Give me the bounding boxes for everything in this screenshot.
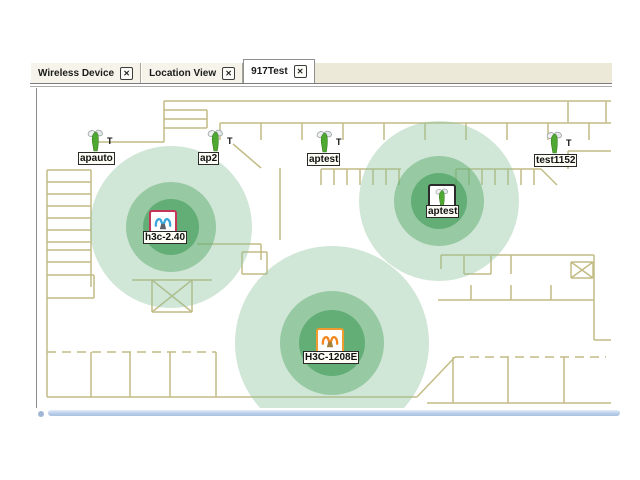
- tab-bar: Wireless Device ✕ Location View ✕ 917Tes…: [30, 60, 612, 83]
- device-label: ap2: [198, 152, 219, 165]
- ap-test1152[interactable]: T test1152: [534, 131, 590, 169]
- tab-wireless-device[interactable]: Wireless Device ✕: [30, 63, 141, 83]
- horizontal-scrollbar[interactable]: [48, 410, 620, 416]
- close-icon[interactable]: ✕: [120, 67, 133, 80]
- antenna-glyph-icon: [153, 214, 173, 232]
- t-marker: T: [336, 137, 342, 147]
- close-icon[interactable]: ✕: [294, 65, 307, 78]
- t-marker: T: [107, 136, 113, 146]
- ap-ap2[interactable]: T ap2: [198, 129, 248, 167]
- antenna-icon: [207, 129, 224, 152]
- antenna-icon: [546, 131, 563, 154]
- tab-location-view[interactable]: Location View ✕: [141, 63, 243, 83]
- ap-h3c-2-40[interactable]: h3c-2.40: [141, 210, 201, 250]
- antenna-glyph-icon: [320, 332, 340, 350]
- tab-label: Wireless Device: [38, 68, 114, 79]
- tab-917test[interactable]: 917Test ✕: [243, 59, 315, 83]
- antenna-icon: [316, 130, 333, 153]
- tab-label: Location View: [149, 68, 216, 79]
- content-top-border: [30, 83, 612, 84]
- tab-bar-filler: [315, 63, 612, 83]
- antenna-icon: [87, 129, 104, 152]
- ap-aptest-coverage[interactable]: aptest: [425, 184, 485, 224]
- device-label: aptest: [307, 153, 340, 166]
- device-label: apauto: [78, 152, 115, 165]
- ap-apauto[interactable]: T apauto: [78, 129, 128, 167]
- hscroll-left-cap[interactable]: [38, 411, 44, 417]
- close-icon[interactable]: ✕: [222, 67, 235, 80]
- device-label: test1152: [534, 154, 577, 167]
- antenna-glyph-icon: [434, 188, 450, 207]
- app-window: Wireless Device ✕ Location View ✕ 917Tes…: [0, 0, 640, 480]
- tab-label: 917Test: [251, 66, 288, 77]
- t-marker: T: [566, 138, 572, 148]
- device-label: h3c-2.40: [143, 231, 187, 244]
- device-label: aptest: [426, 205, 459, 218]
- ap-h3c-1208e[interactable]: H3C-1208E: [303, 328, 367, 368]
- ap-aptest-top[interactable]: T aptest: [307, 130, 357, 168]
- t-marker: T: [227, 136, 233, 146]
- location-map[interactable]: T apauto T ap2 T aptest: [36, 88, 611, 408]
- device-label: H3C-1208E: [303, 351, 359, 364]
- content-top-border-inner: [30, 86, 612, 87]
